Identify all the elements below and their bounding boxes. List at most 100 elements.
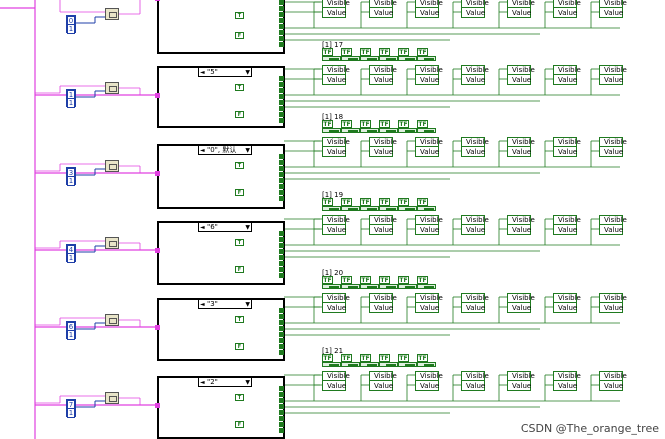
property-visible[interactable]: Visible xyxy=(554,372,581,381)
property-visible[interactable]: Visible xyxy=(600,138,627,147)
property-value[interactable]: Value xyxy=(416,304,439,313)
property-visible[interactable]: Visible xyxy=(323,0,350,8)
property-value[interactable]: Value xyxy=(416,382,439,391)
property-node[interactable]: Visible Value xyxy=(322,371,350,391)
property-visible[interactable]: Visible xyxy=(462,216,489,225)
property-value[interactable]: Value xyxy=(508,76,531,85)
property-visible[interactable]: Visible xyxy=(462,0,489,8)
property-visible[interactable]: Visible xyxy=(370,138,397,147)
property-node[interactable]: Visible Value xyxy=(369,215,397,235)
property-node[interactable]: Visible Value xyxy=(553,0,581,18)
property-value[interactable]: Value xyxy=(462,148,485,157)
property-node[interactable]: Visible Value xyxy=(507,65,535,85)
property-visible[interactable]: Visible xyxy=(554,138,581,147)
property-node[interactable]: Visible Value xyxy=(553,65,581,85)
property-visible[interactable]: Visible xyxy=(416,66,443,75)
property-visible[interactable]: Visible xyxy=(370,0,397,8)
property-value[interactable]: Value xyxy=(600,76,623,85)
property-value[interactable]: Value xyxy=(323,9,346,18)
property-node[interactable]: Visible Value xyxy=(322,137,350,157)
property-node[interactable]: Visible Value xyxy=(415,137,443,157)
property-visible[interactable]: Visible xyxy=(462,372,489,381)
property-node[interactable]: Visible Value xyxy=(461,137,489,157)
property-visible[interactable]: Visible xyxy=(323,216,350,225)
property-visible[interactable]: Visible xyxy=(416,372,443,381)
property-visible[interactable]: Visible xyxy=(370,372,397,381)
property-value[interactable]: Value xyxy=(600,148,623,157)
property-node[interactable]: Visible Value xyxy=(599,65,627,85)
property-value[interactable]: Value xyxy=(323,304,346,313)
property-node[interactable]: Visible Value xyxy=(599,215,627,235)
property-value[interactable]: Value xyxy=(416,9,439,18)
property-value[interactable]: Value xyxy=(554,148,577,157)
property-node[interactable]: Visible Value xyxy=(369,137,397,157)
property-node[interactable]: Visible Value xyxy=(507,215,535,235)
property-visible[interactable]: Visible xyxy=(370,216,397,225)
property-node[interactable]: Visible Value xyxy=(415,371,443,391)
property-visible[interactable]: Visible xyxy=(554,294,581,303)
property-visible[interactable]: Visible xyxy=(508,138,535,147)
property-value[interactable]: Value xyxy=(462,76,485,85)
property-visible[interactable]: Visible xyxy=(554,66,581,75)
property-visible[interactable]: Visible xyxy=(370,294,397,303)
property-value[interactable]: Value xyxy=(462,382,485,391)
property-visible[interactable]: Visible xyxy=(323,372,350,381)
property-node[interactable]: Visible Value xyxy=(415,293,443,313)
property-node[interactable]: Visible Value xyxy=(599,293,627,313)
property-value[interactable]: Value xyxy=(370,304,393,313)
case-selector[interactable]: ◄ "2" ▼ xyxy=(198,377,252,387)
property-visible[interactable]: Visible xyxy=(600,0,627,8)
property-node[interactable]: Visible Value xyxy=(461,215,489,235)
property-node[interactable]: Visible Value xyxy=(415,215,443,235)
property-node[interactable]: Visible Value xyxy=(461,0,489,18)
property-visible[interactable]: Visible xyxy=(462,66,489,75)
property-node[interactable]: Visible Value xyxy=(369,371,397,391)
property-node[interactable]: Visible Value xyxy=(553,371,581,391)
property-visible[interactable]: Visible xyxy=(600,216,627,225)
case-selector[interactable]: ◄ "0", 默认 ▼ xyxy=(198,145,252,155)
property-value[interactable]: Value xyxy=(554,76,577,85)
property-visible[interactable]: Visible xyxy=(600,66,627,75)
property-node[interactable]: Visible Value xyxy=(322,65,350,85)
property-node[interactable]: Visible Value xyxy=(369,293,397,313)
property-value[interactable]: Value xyxy=(323,148,346,157)
property-node[interactable]: Visible Value xyxy=(553,137,581,157)
case-selector[interactable]: ◄ "3" ▼ xyxy=(198,299,252,309)
property-node[interactable]: Visible Value xyxy=(507,0,535,18)
property-visible[interactable]: Visible xyxy=(323,138,350,147)
property-value[interactable]: Value xyxy=(554,226,577,235)
property-node[interactable]: Visible Value xyxy=(599,137,627,157)
property-visible[interactable]: Visible xyxy=(323,66,350,75)
property-visible[interactable]: Visible xyxy=(323,294,350,303)
property-visible[interactable]: Visible xyxy=(416,294,443,303)
property-visible[interactable]: Visible xyxy=(416,138,443,147)
property-visible[interactable]: Visible xyxy=(508,216,535,225)
property-node[interactable]: Visible Value xyxy=(599,0,627,18)
property-visible[interactable]: Visible xyxy=(508,66,535,75)
property-value[interactable]: Value xyxy=(323,382,346,391)
property-node[interactable]: Visible Value xyxy=(322,293,350,313)
property-value[interactable]: Value xyxy=(600,382,623,391)
property-value[interactable]: Value xyxy=(462,304,485,313)
property-node[interactable]: Visible Value xyxy=(322,0,350,18)
property-visible[interactable]: Visible xyxy=(554,216,581,225)
property-visible[interactable]: Visible xyxy=(370,66,397,75)
property-node[interactable]: Visible Value xyxy=(415,0,443,18)
property-value[interactable]: Value xyxy=(416,76,439,85)
property-value[interactable]: Value xyxy=(508,148,531,157)
property-node[interactable]: Visible Value xyxy=(599,371,627,391)
property-value[interactable]: Value xyxy=(323,76,346,85)
property-node[interactable]: Visible Value xyxy=(553,293,581,313)
property-visible[interactable]: Visible xyxy=(508,372,535,381)
property-value[interactable]: Value xyxy=(323,226,346,235)
property-value[interactable]: Value xyxy=(600,226,623,235)
property-node[interactable]: Visible Value xyxy=(322,215,350,235)
property-visible[interactable]: Visible xyxy=(554,0,581,8)
property-visible[interactable]: Visible xyxy=(462,294,489,303)
property-visible[interactable]: Visible xyxy=(416,216,443,225)
property-visible[interactable]: Visible xyxy=(600,294,627,303)
property-value[interactable]: Value xyxy=(554,382,577,391)
property-value[interactable]: Value xyxy=(462,226,485,235)
property-node[interactable]: Visible Value xyxy=(369,0,397,18)
property-value[interactable]: Value xyxy=(554,304,577,313)
